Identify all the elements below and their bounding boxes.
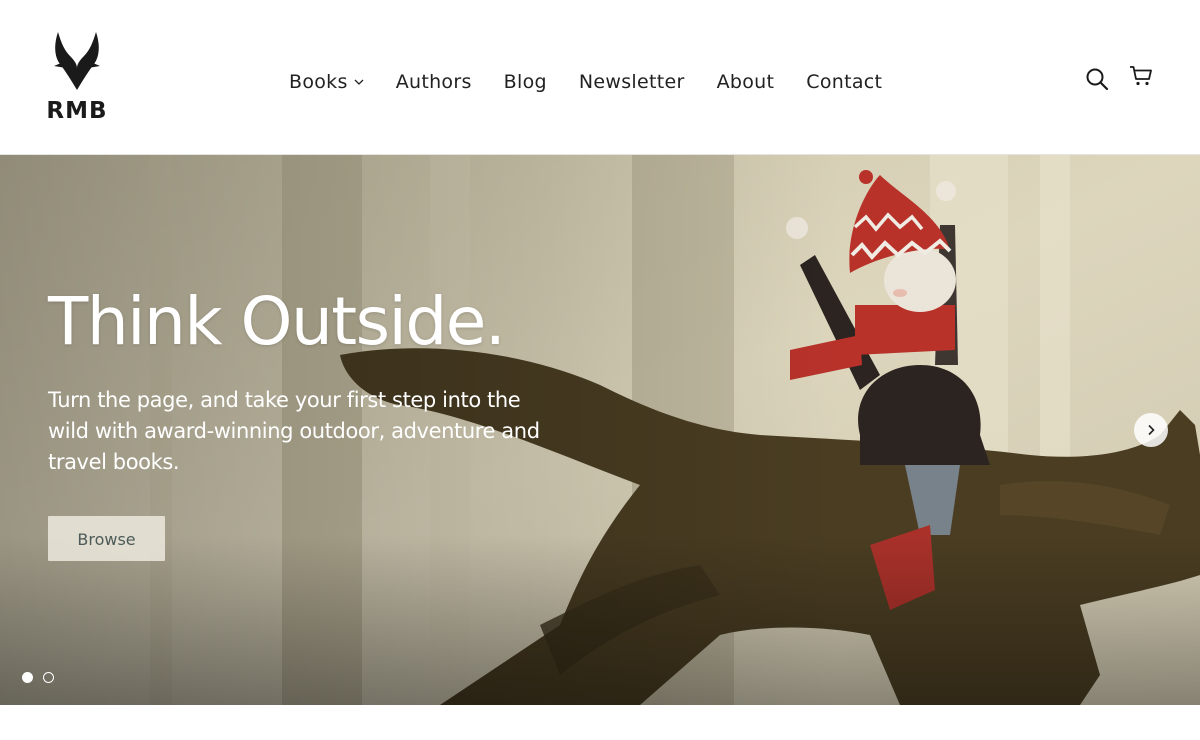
hero-carousel: Think Outside. Turn the page, and take y… xyxy=(0,155,1200,705)
antelope-horns-icon xyxy=(54,32,100,90)
nav-item-books[interactable]: Books xyxy=(289,71,364,93)
nav-item-about[interactable]: About xyxy=(717,71,775,93)
brand-logo[interactable]: RMB xyxy=(46,30,108,126)
carousel-pagination xyxy=(22,672,64,683)
carousel-dot-2[interactable] xyxy=(43,672,54,683)
carousel-next-button[interactable] xyxy=(1134,413,1168,447)
hero-subtitle: Turn the page, and take your first step … xyxy=(48,388,540,474)
nav-item-authors[interactable]: Authors xyxy=(396,71,472,93)
hero-title: Think Outside. xyxy=(48,283,506,360)
carousel-dot-1[interactable] xyxy=(22,672,33,683)
chevron-right-icon xyxy=(1148,424,1155,436)
search-icon[interactable] xyxy=(1084,66,1110,92)
brand-name: RMB xyxy=(46,98,108,124)
nav-item-blog[interactable]: Blog xyxy=(504,71,547,93)
nav-item-contact[interactable]: Contact xyxy=(806,71,882,93)
chevron-down-icon xyxy=(354,79,364,85)
nav-item-books-label: Books xyxy=(289,71,348,93)
main-nav: Books Authors Blog Newsletter About Cont… xyxy=(289,68,882,96)
cart-icon[interactable] xyxy=(1128,63,1154,89)
header-actions xyxy=(1066,66,1154,92)
site-header: RMB Books Authors Blog Newsletter About … xyxy=(0,0,1200,155)
browse-button[interactable]: Browse xyxy=(48,516,165,561)
nav-item-newsletter[interactable]: Newsletter xyxy=(579,71,685,93)
